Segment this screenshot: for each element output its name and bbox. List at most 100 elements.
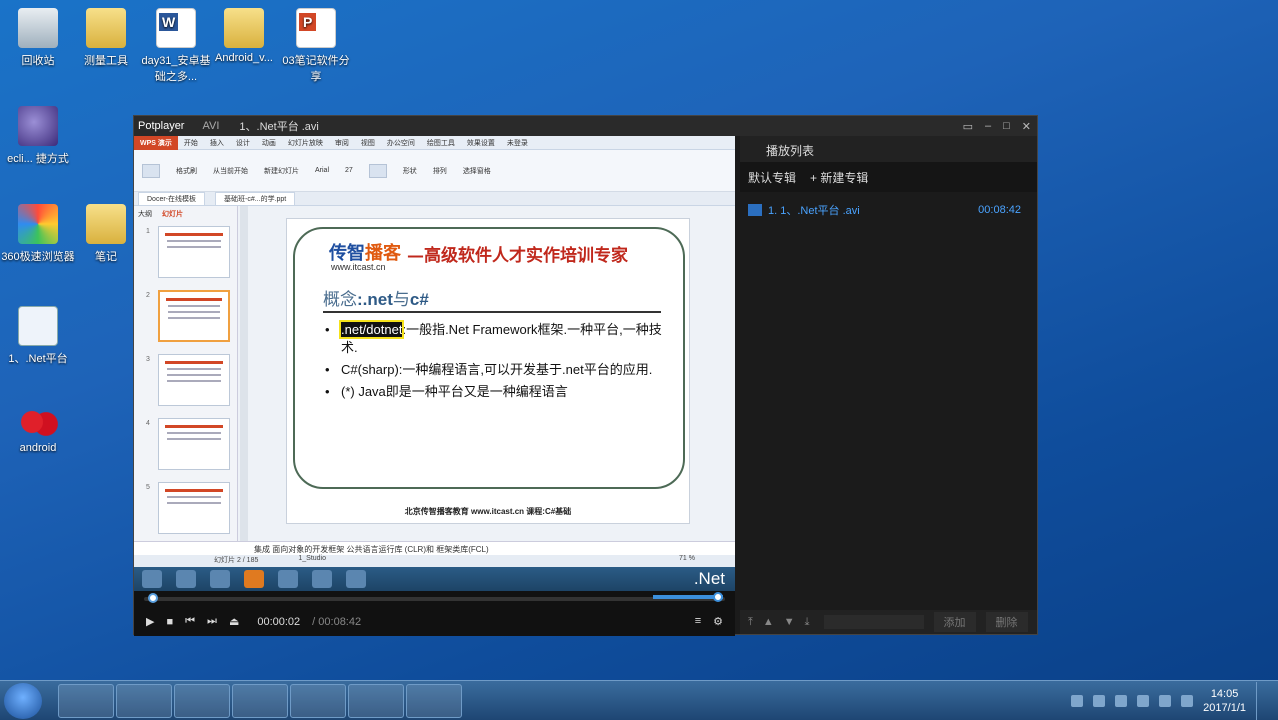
desktop-icon-measure-tool[interactable]: 测量工具 bbox=[68, 8, 144, 68]
show-desktop-button[interactable] bbox=[1256, 682, 1266, 720]
slide-thumbnail[interactable] bbox=[158, 418, 230, 470]
flag-icon[interactable] bbox=[1137, 695, 1150, 707]
slide-thumbnail[interactable] bbox=[158, 482, 230, 534]
compact-button[interactable]: ▭ bbox=[963, 120, 973, 133]
video-area[interactable]: WPS 演示 开始 插入 设计 动画 幻灯片放映 审阅 视图 办公空间 绘图工具… bbox=[134, 136, 735, 591]
potplayer-titlebar: Potplayer AVI 1、.Net平台 .avi ▭ – □ ✕ bbox=[134, 116, 1037, 136]
wps-tab[interactable]: 开始 bbox=[184, 138, 198, 148]
slide-notes[interactable]: 集成 面向对象的开发框架 公共语言运行库 (CLR)和 框架类库(FCL) bbox=[134, 541, 735, 555]
next-icon[interactable]: ⏭ bbox=[207, 615, 217, 628]
title-rule bbox=[323, 311, 661, 313]
taskbar-xmind-button[interactable] bbox=[348, 684, 404, 718]
font-select[interactable]: Arial bbox=[315, 167, 329, 174]
from-current-button[interactable]: 从当前开始 bbox=[213, 166, 248, 176]
play-icon[interactable]: ▶ bbox=[146, 615, 154, 628]
close-button[interactable]: ✕ bbox=[1022, 120, 1031, 133]
taskbar-360-button[interactable] bbox=[116, 684, 172, 718]
new-album-tab[interactable]: + 新建专辑 bbox=[810, 169, 868, 186]
taskbar-wps-button[interactable] bbox=[406, 684, 462, 718]
potplayer-window: Potplayer AVI 1、.Net平台 .avi ▭ – □ ✕ WPS … bbox=[133, 115, 1038, 636]
volume-handle[interactable] bbox=[713, 592, 723, 602]
seek-handle[interactable] bbox=[148, 593, 158, 603]
clock[interactable]: 14:05 2017/1/1 bbox=[1203, 687, 1246, 715]
wps-tab[interactable]: 设计 bbox=[236, 138, 250, 148]
desktop-icon-notes-share[interactable]: 03笔记软件分享 bbox=[278, 8, 354, 84]
eject-icon[interactable]: ⏏ bbox=[229, 615, 239, 628]
slide-thumbnail[interactable] bbox=[158, 226, 230, 278]
help-icon[interactable] bbox=[1093, 695, 1106, 707]
move-bottom-icon[interactable]: ⤓ bbox=[805, 616, 810, 629]
clock-date: 2017/1/1 bbox=[1203, 702, 1246, 714]
keyboard-icon[interactable] bbox=[1071, 695, 1084, 707]
desktop-icon-360-browser[interactable]: 360极速浏览器 bbox=[0, 204, 76, 264]
volume-icon[interactable] bbox=[1181, 695, 1194, 707]
default-album-tab[interactable]: 默认专辑 bbox=[748, 169, 796, 186]
slide-frame: 传智播客 www.itcast.cn —高级软件人才实作培训专家 概念:.net… bbox=[293, 227, 685, 489]
stop-icon[interactable]: ■ bbox=[166, 616, 173, 628]
slide-footer: 北京传智播客教育 www.itcast.cn 课程:C#基础 bbox=[404, 507, 572, 516]
wps-tab[interactable]: 视图 bbox=[361, 138, 375, 148]
taskbar-android-button[interactable] bbox=[290, 684, 346, 718]
network-icon[interactable] bbox=[1159, 695, 1172, 707]
wps-app-button[interactable]: WPS 演示 bbox=[134, 136, 178, 150]
desktop-icon-net-platform[interactable]: 1、.Net平台 bbox=[0, 306, 76, 366]
taskbar-explorer-button[interactable] bbox=[58, 684, 114, 718]
wps-tab[interactable]: 审阅 bbox=[335, 138, 349, 148]
desktop-icon-label: 03笔记软件分享 bbox=[282, 55, 350, 83]
wps-tab[interactable]: 插入 bbox=[210, 138, 224, 148]
start-button[interactable] bbox=[4, 683, 42, 719]
highlighted-text: .net/dotnet bbox=[338, 320, 405, 339]
maximize-button[interactable]: □ bbox=[1003, 120, 1010, 133]
folder-icon bbox=[224, 8, 264, 48]
outline-tab[interactable]: 大纲 bbox=[138, 211, 152, 218]
wps-tab[interactable]: 办公空间 bbox=[387, 138, 415, 148]
playlist-item[interactable]: 1. 1、.Net平台 .avi 00:08:42 bbox=[740, 192, 1037, 228]
tray-expand-icon[interactable] bbox=[1115, 695, 1128, 707]
shape-button[interactable]: 形状 bbox=[403, 166, 417, 176]
bullets-icon[interactable] bbox=[368, 163, 387, 178]
move-top-icon[interactable]: ⤒ bbox=[748, 616, 753, 629]
arrange-button[interactable]: 排列 bbox=[433, 166, 447, 176]
format-brush-button[interactable]: 格式刷 bbox=[176, 166, 197, 176]
desktop-icon-android-v[interactable]: Android_v... bbox=[206, 8, 282, 64]
minimize-button[interactable]: – bbox=[985, 120, 991, 133]
bullet-item: C#(sharp):一种编程语言,可以开发基于.net平台的应用. bbox=[325, 361, 665, 379]
slide-canvas[interactable]: 传智播客 www.itcast.cn —高级软件人才实作培训专家 概念:.net… bbox=[286, 218, 690, 524]
taskbar-app-button[interactable] bbox=[232, 684, 288, 718]
new-slide-button[interactable]: 新建幻灯片 bbox=[264, 166, 299, 176]
paste-icon[interactable] bbox=[142, 163, 160, 178]
playlist-header: 播放列表 bbox=[740, 136, 1037, 162]
font-size-select[interactable]: 27 bbox=[345, 167, 353, 174]
slide-thumbnail[interactable] bbox=[158, 354, 230, 406]
previous-icon[interactable]: ⏮ bbox=[185, 615, 195, 628]
thumbnails-scrollbar[interactable] bbox=[240, 206, 248, 541]
doc-tab-docer[interactable]: Docer-在线模板 bbox=[138, 191, 206, 206]
select-pane-button[interactable]: 选择窗格 bbox=[463, 166, 491, 176]
desktop-icon-eclipse[interactable]: ecli... 捷方式 bbox=[0, 106, 76, 166]
desktop-icon-android[interactable]: android bbox=[0, 398, 76, 454]
wps-tab[interactable]: 幻灯片放映 bbox=[288, 138, 323, 148]
panel-tabs: 大纲 幻灯片 bbox=[134, 206, 237, 220]
potplayer-menu[interactable]: Potplayer bbox=[138, 120, 184, 132]
zoom-level[interactable]: 71 % bbox=[679, 555, 735, 567]
move-up-icon[interactable]: ▲ bbox=[763, 616, 774, 628]
delete-button[interactable]: 删除 bbox=[985, 612, 1028, 632]
wps-tab[interactable]: 动画 bbox=[262, 138, 276, 148]
wps-tab[interactable]: 绘图工具 bbox=[427, 138, 455, 148]
video-file-icon bbox=[18, 306, 58, 346]
settings-icon[interactable]: ⚙ bbox=[713, 615, 723, 628]
wps-tab[interactable]: 效果设置 bbox=[467, 138, 495, 148]
desktop-icon-recycle-bin[interactable]: 回收站 bbox=[0, 8, 76, 68]
slide-thumbnail-selected[interactable] bbox=[158, 290, 230, 342]
move-down-icon[interactable]: ▼ bbox=[784, 616, 795, 628]
eclipse-icon bbox=[18, 106, 58, 146]
playlist-toggle-icon[interactable]: ≡ bbox=[695, 615, 701, 628]
add-button[interactable]: 添加 bbox=[933, 612, 976, 632]
wps-tab[interactable]: 未登录 bbox=[507, 138, 528, 148]
slides-tab[interactable]: 幻灯片 bbox=[162, 211, 183, 218]
playlist-search-input[interactable] bbox=[823, 615, 924, 629]
taskbar-player-button[interactable] bbox=[174, 684, 230, 718]
doc-tab-ppt[interactable]: 基础班-c#...的学.ppt bbox=[215, 191, 296, 206]
seek-bar[interactable] bbox=[144, 597, 725, 601]
desktop-icon-day31[interactable]: day31_安卓基础之多... bbox=[138, 8, 214, 84]
